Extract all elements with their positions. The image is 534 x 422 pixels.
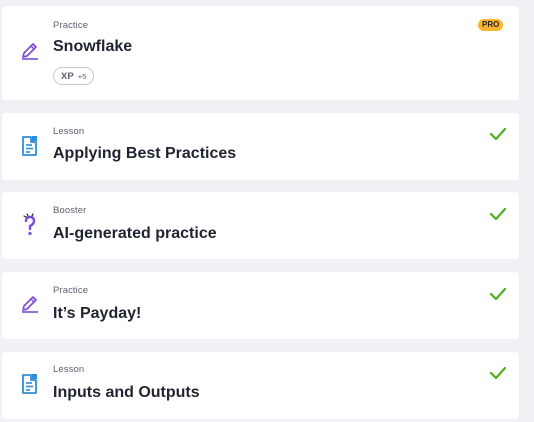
document-icon	[19, 134, 41, 158]
check-icon	[489, 366, 507, 380]
item-title: AI-generated practice	[53, 225, 217, 242]
check-icon	[489, 127, 507, 141]
item-title: Snowflake	[53, 38, 133, 55]
pro-badge: PRO	[478, 19, 504, 31]
xp-label: XP	[61, 70, 74, 82]
item-type-label: Booster	[53, 205, 87, 216]
xp-badge: XP +5	[53, 67, 95, 85]
item-type-label: Practice	[53, 20, 89, 31]
item-title: It’s Payday!	[53, 305, 142, 322]
list-item[interactable]: Practice It’s Payday!	[2, 272, 519, 339]
list-item[interactable]: Lesson Applying Best Practices	[2, 113, 519, 180]
check-icon	[489, 287, 507, 301]
list-item[interactable]: Lesson Inputs and Outputs	[2, 352, 519, 419]
item-type-label: Practice	[53, 285, 89, 296]
item-title: Applying Best Practices	[53, 145, 237, 162]
item-type-label: Lesson	[53, 126, 85, 137]
item-type-label: Lesson	[53, 364, 85, 375]
list-item[interactable]: Booster AI-generated practice	[2, 192, 519, 259]
pencil-icon	[19, 292, 41, 316]
check-icon	[489, 207, 507, 221]
list-item[interactable]: Practice Snowflake XP +5 PRO	[2, 6, 519, 100]
item-title: Inputs and Outputs	[53, 384, 200, 401]
document-icon	[19, 372, 41, 396]
xp-value: +5	[77, 71, 87, 81]
question-sparkle-icon	[19, 213, 41, 237]
pencil-icon	[19, 39, 41, 63]
